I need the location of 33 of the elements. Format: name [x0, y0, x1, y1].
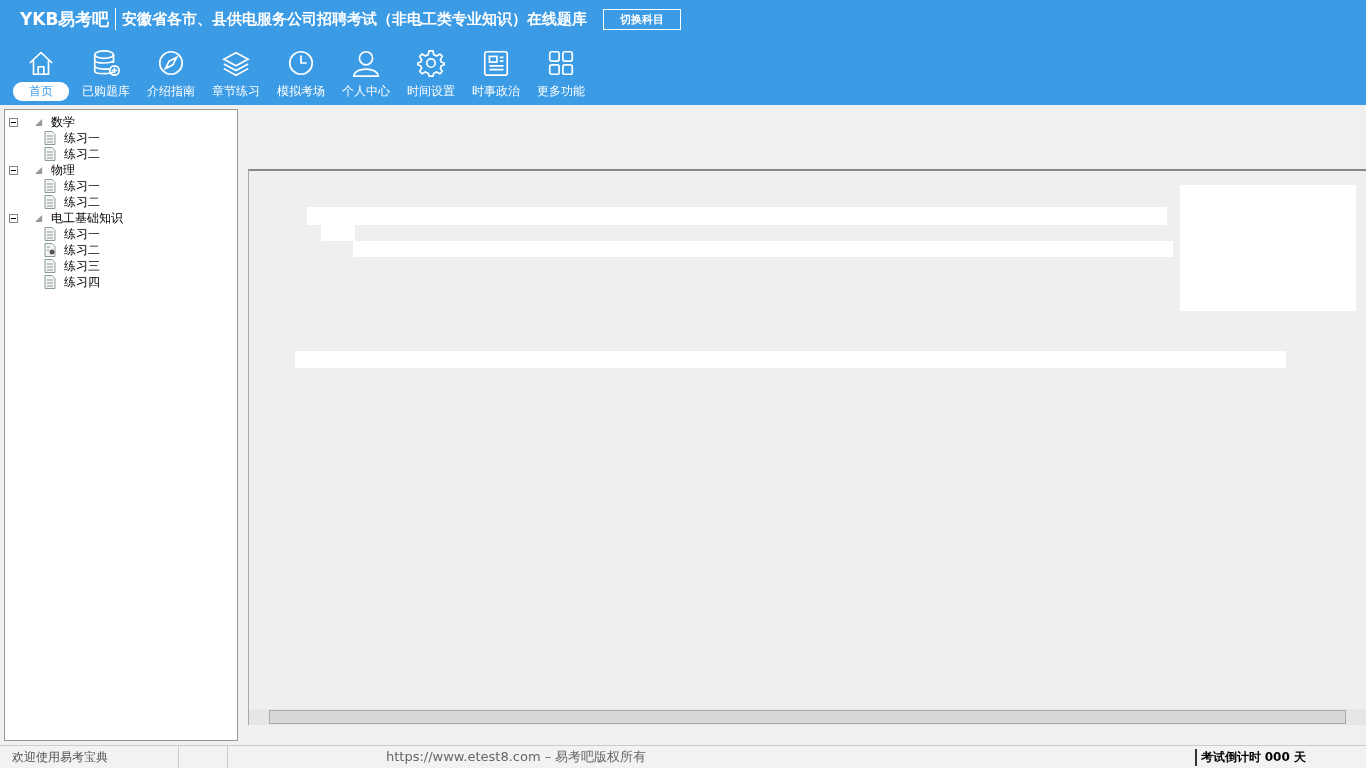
tree-item[interactable]: 练习二 — [64, 193, 100, 211]
settings-icon[interactable] — [415, 48, 446, 78]
document-icon — [44, 259, 56, 273]
tree-item[interactable]: 练习一 — [64, 129, 100, 147]
collapse-toggle-icon[interactable] — [9, 117, 18, 127]
app-title: 安徽省各市、县供电服务公司招聘考试（非电工类专业知识）在线题库 — [122, 9, 588, 29]
person-icon[interactable] — [350, 48, 381, 78]
countdown-text: 考试倒计时 000 天 — [1194, 748, 1306, 766]
tree-item[interactable]: 练习二 — [64, 241, 100, 259]
document-icon — [44, 179, 56, 193]
horizontal-scrollbar[interactable] — [249, 709, 1366, 725]
triangle-icon — [34, 213, 43, 223]
copyright-text: https://www.etest8.com – 易考吧版权所有 — [386, 748, 647, 766]
tree-item[interactable]: 练习一 — [64, 225, 100, 243]
document-icon — [44, 227, 56, 241]
collapse-toggle-icon[interactable] — [9, 165, 18, 175]
tree-item[interactable]: 数学 — [51, 113, 75, 131]
triangle-icon — [34, 117, 43, 127]
app-logo: YKB易考吧 — [20, 7, 110, 31]
tree-item[interactable]: 物理 — [51, 161, 75, 179]
tree-item[interactable]: 电工基础知识 — [51, 209, 123, 227]
triangle-icon — [34, 165, 43, 175]
document-icon — [44, 195, 56, 209]
tree-item[interactable]: 练习一 — [64, 177, 100, 195]
tree-item[interactable]: 练习二 — [64, 145, 100, 163]
tree-item[interactable]: 练习三 — [64, 257, 100, 275]
collapse-toggle-icon[interactable] — [9, 213, 18, 223]
document-icon — [44, 147, 56, 161]
document-pin-icon — [44, 243, 56, 257]
status-text: 欢迎使用易考宝典 — [11, 748, 109, 766]
document-icon — [44, 275, 56, 289]
document-icon — [44, 131, 56, 145]
tree-item[interactable]: 练习四 — [64, 273, 100, 291]
